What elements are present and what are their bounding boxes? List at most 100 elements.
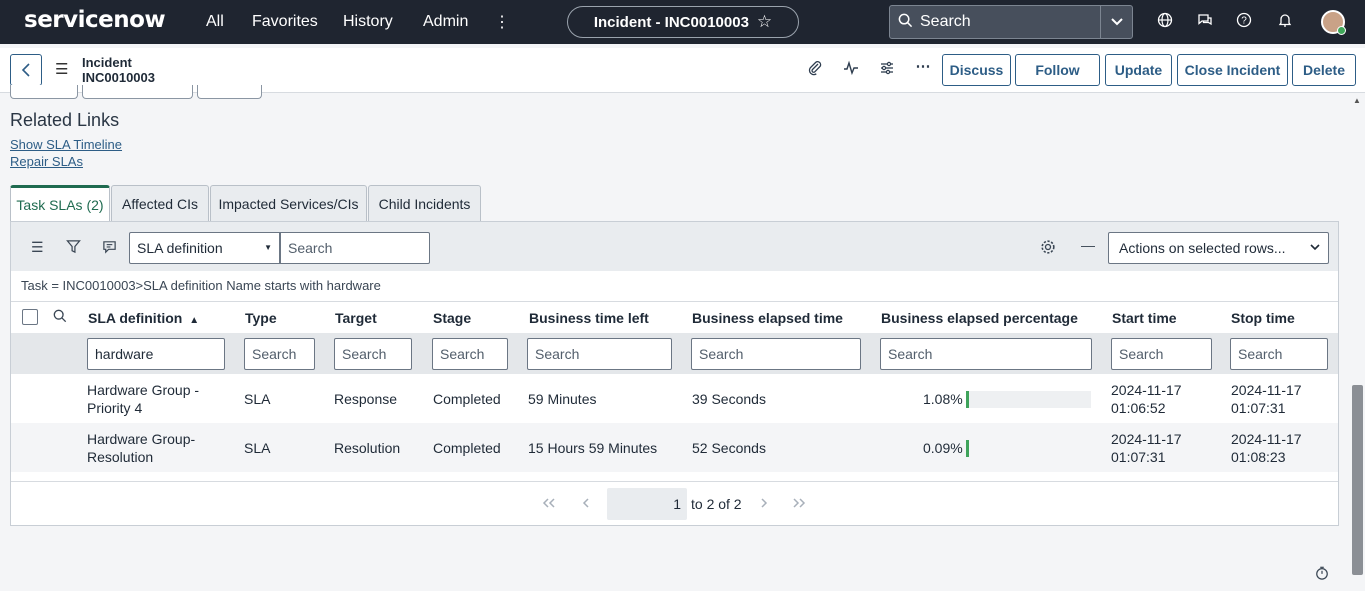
activity-icon[interactable] [841, 60, 861, 80]
filter-breadcrumb[interactable]: Task = INC0010003>SLA definition Name st… [21, 278, 381, 293]
settings-sliders-icon[interactable] [877, 60, 897, 80]
search-input[interactable]: Search [920, 13, 1100, 31]
type-cell: SLA [244, 391, 271, 407]
column-search-icon[interactable] [53, 309, 67, 326]
search-field-value: SLA definition [137, 240, 223, 256]
page-scrollbar[interactable]: ▲ [1350, 93, 1365, 591]
comment-icon[interactable] [102, 239, 117, 257]
form-button-partial[interactable] [197, 85, 262, 99]
first-page-icon[interactable] [542, 497, 556, 511]
stage-cell: Completed [433, 391, 501, 407]
filter-input-business-elapsed-percentage[interactable]: Search [880, 338, 1092, 370]
delete-button[interactable]: Delete [1292, 54, 1356, 86]
type-cell: SLA [244, 440, 271, 456]
column-business-elapsed-percentage[interactable]: Business elapsed percentage [881, 310, 1078, 326]
nav-history[interactable]: History [343, 13, 393, 31]
filter-input-stop-time[interactable]: Search [1230, 338, 1328, 370]
nav-favorites[interactable]: Favorites [252, 13, 318, 31]
search-scope-dropdown[interactable] [1100, 6, 1132, 38]
stop-time-cell: 2024-11-17 01:08:23 [1231, 431, 1302, 465]
globe-icon[interactable] [1155, 12, 1175, 32]
more-actions-icon[interactable]: ⋯ [913, 57, 933, 77]
table-row[interactable]: Hardware Group - Priority 4 SLA Response… [11, 374, 1338, 423]
bell-icon[interactable] [1275, 12, 1295, 32]
search-field-select[interactable]: SLA definition ▼ [129, 232, 280, 264]
follow-button[interactable]: Follow [1015, 54, 1100, 86]
elapsed-time-cell: 52 Seconds [692, 440, 766, 456]
more-menu-icon[interactable]: ⋮ [494, 12, 510, 32]
record-number: INC0010003 [82, 70, 155, 85]
table-row[interactable]: Hardware Group- Resolution SLA Resolutio… [11, 423, 1338, 472]
paperclip-icon[interactable] [805, 60, 825, 80]
back-button[interactable] [10, 54, 42, 86]
scrollbar-thumb[interactable] [1352, 385, 1363, 575]
context-menu-icon[interactable]: ☰ [55, 60, 68, 78]
repair-slas-link[interactable]: Repair SLAs [10, 154, 83, 169]
global-search[interactable]: Search [889, 5, 1133, 39]
list-search-input[interactable]: Search [280, 232, 430, 264]
chat-icon[interactable] [1195, 12, 1215, 32]
sort-ascending-icon: ▲ [189, 315, 200, 326]
scroll-up-arrow-icon[interactable]: ▲ [1353, 96, 1361, 105]
user-avatar[interactable] [1321, 10, 1346, 35]
progress-bar-fill [968, 391, 970, 408]
show-sla-timeline-link[interactable]: Show SLA Timeline [10, 137, 122, 152]
top-navigation-bar: servicenow All Favorites History Admin ⋮… [0, 0, 1365, 44]
collapse-icon[interactable]: — [1081, 237, 1095, 253]
filter-input-type[interactable]: Search [244, 338, 315, 370]
record-title-label: Incident - INC0010003 [593, 13, 749, 31]
presence-indicator [1337, 26, 1346, 35]
servicenow-logo[interactable]: servicenow [24, 7, 166, 33]
elapsed-time-cell: 39 Seconds [692, 391, 766, 407]
actions-on-selected-rows-select[interactable]: Actions on selected rows... [1108, 232, 1329, 264]
column-business-time-left[interactable]: Business time left [529, 310, 649, 326]
tab-affected-cis[interactable]: Affected CIs [111, 185, 209, 221]
column-stage[interactable]: Stage [433, 310, 471, 326]
nav-admin[interactable]: Admin [423, 13, 468, 31]
filter-icon[interactable] [66, 239, 81, 257]
target-cell: Response [334, 391, 398, 407]
sla-definition-link[interactable]: Hardware Group - Priority 4 [87, 381, 199, 417]
stage-cell: Completed [433, 440, 501, 456]
nav-all[interactable]: All [206, 13, 224, 31]
tab-child-incidents[interactable]: Child Incidents [368, 185, 481, 221]
page-number-input[interactable]: 1 [607, 488, 687, 520]
start-time-cell: 2024-11-17 01:07:31 [1111, 431, 1182, 465]
record-title-pill[interactable]: Incident - INC0010003 ☆ [567, 6, 799, 38]
close-incident-button[interactable]: Close Incident [1177, 54, 1288, 86]
column-target[interactable]: Target [335, 310, 377, 326]
discuss-button[interactable]: Discuss [942, 54, 1011, 86]
filter-input-start-time[interactable]: Search [1111, 338, 1212, 370]
filter-input-business-elapsed-time[interactable]: Search [691, 338, 861, 370]
form-button-partial[interactable] [82, 85, 193, 99]
column-business-elapsed-time[interactable]: Business elapsed time [692, 310, 843, 326]
column-sla-definition[interactable]: SLA definition ▲ [88, 310, 199, 326]
timer-icon[interactable] [1315, 566, 1329, 583]
column-start-time[interactable]: Start time [1112, 310, 1177, 326]
column-type[interactable]: Type [245, 310, 277, 326]
tab-task-slas[interactable]: Task SLAs (2) [10, 185, 110, 222]
related-links-heading: Related Links [10, 110, 120, 130]
help-icon[interactable]: ? [1234, 12, 1254, 32]
select-all-checkbox[interactable] [22, 309, 38, 325]
previous-page-icon[interactable] [582, 497, 590, 511]
filter-input-sla-definition[interactable]: hardware [87, 338, 225, 370]
update-button[interactable]: Update [1105, 54, 1172, 86]
gear-icon[interactable] [1040, 239, 1056, 258]
last-page-icon[interactable] [792, 497, 806, 511]
filter-input-stage[interactable]: Search [432, 338, 508, 370]
list-menu-icon[interactable]: ☰ [31, 239, 44, 256]
star-icon[interactable]: ☆ [757, 12, 772, 32]
form-button-partial[interactable] [10, 85, 78, 99]
task-slas-list: ☰ SLA definition ▼ Search — Actions on s… [10, 221, 1339, 526]
divider [11, 481, 1338, 482]
column-stop-time[interactable]: Stop time [1231, 310, 1295, 326]
filter-input-target[interactable]: Search [334, 338, 412, 370]
elapsed-percentage-cell: 1.08% [923, 391, 963, 407]
record-title: Incident INC0010003 [82, 55, 155, 85]
next-page-icon[interactable] [760, 497, 768, 511]
target-cell: Resolution [334, 440, 401, 456]
filter-input-business-time-left[interactable]: Search [527, 338, 672, 370]
tab-impacted-services[interactable]: Impacted Services/CIs [210, 185, 367, 221]
sla-definition-link[interactable]: Hardware Group- Resolution [87, 430, 195, 466]
